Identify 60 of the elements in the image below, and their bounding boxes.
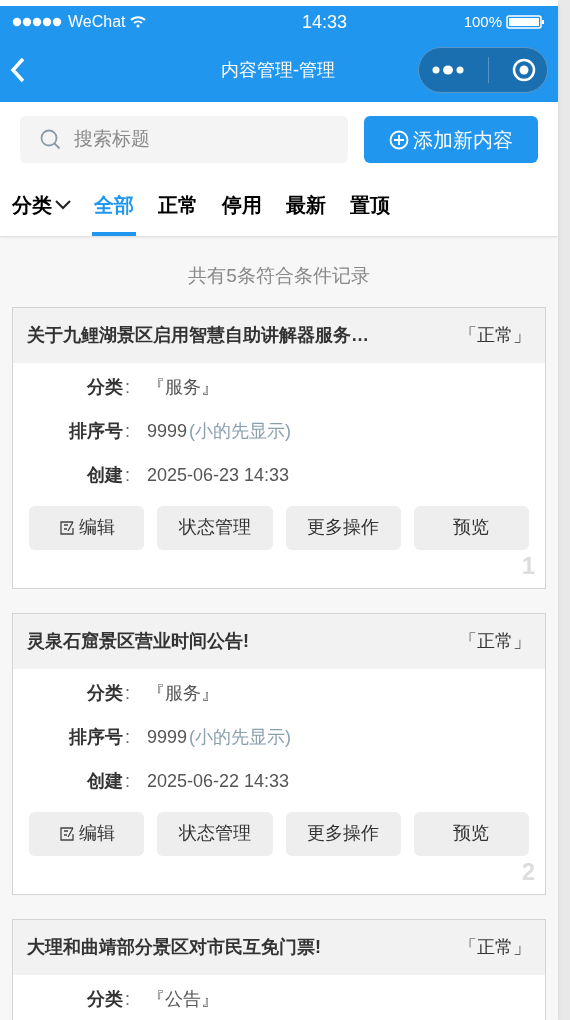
wifi-icon	[129, 16, 146, 28]
colon: :	[124, 770, 131, 793]
battery-icon	[506, 15, 546, 29]
field-label: 创建	[86, 770, 123, 793]
colon: :	[124, 376, 131, 399]
field-label: 分类	[86, 682, 123, 705]
filter-tab[interactable]: 停用	[220, 190, 264, 236]
clock: 14:33	[302, 10, 348, 34]
target-icon[interactable]	[511, 58, 536, 82]
page-title: 内容管理-管理	[221, 58, 335, 82]
field-label: 创建	[86, 464, 123, 487]
field-value: 2025-06-22 14:33	[147, 770, 290, 793]
edit-button[interactable]: 编辑	[29, 505, 145, 550]
field-note: (小的先显示)	[189, 726, 292, 749]
field-note: (小的先显示)	[189, 420, 292, 443]
field-label: 分类	[86, 376, 123, 399]
more-icon[interactable]	[430, 64, 465, 76]
capsule-menu[interactable]	[418, 47, 548, 93]
action-button[interactable]: 状态管理	[157, 811, 273, 856]
search-input[interactable]: 搜索标题	[74, 125, 294, 154]
filter-tab[interactable]: 正常	[156, 190, 200, 236]
field-label: 排序号	[68, 420, 123, 443]
plus-circle-icon	[389, 129, 409, 150]
edit-button[interactable]: 编辑	[29, 811, 145, 856]
field-value: 2025-06-23 14:33	[147, 464, 290, 487]
carrier-name: WeChat	[68, 12, 126, 32]
filter-tab[interactable]: 置顶	[348, 190, 392, 236]
filter-tab[interactable]: 最新	[284, 190, 328, 236]
edit-icon	[58, 519, 75, 536]
card-title: 灵泉石窟景区营业时间公告!	[27, 629, 249, 653]
record-count: 共有5条符合条件记录	[187, 264, 371, 288]
status-label: 「正常」	[459, 935, 531, 959]
action-button[interactable]: 预览	[413, 811, 529, 856]
status-label: 「正常」	[459, 629, 531, 653]
search-field[interactable]: 搜索标题	[20, 116, 348, 163]
action-button[interactable]: 状态管理	[157, 505, 273, 550]
action-button[interactable]: 预览	[413, 505, 529, 550]
field-value: 『服务』	[147, 682, 219, 705]
search-icon	[40, 128, 62, 151]
status-label: 「正常」	[459, 323, 531, 347]
edit-icon	[58, 825, 75, 842]
field-label: 分类	[86, 988, 123, 1011]
card-title: 大理和曲靖部分景区对市民互免门票!	[27, 935, 321, 959]
signal-icon	[12, 17, 64, 27]
card-title: 关于九鲤湖景区启用智慧自助讲解器服务…	[27, 323, 369, 347]
colon: :	[124, 420, 131, 443]
field-value: 9999	[147, 726, 188, 749]
field-value: 『服务』	[147, 376, 219, 399]
category-dropdown[interactable]: 分类	[12, 190, 72, 236]
field-value: 9999	[147, 420, 188, 443]
field-label: 排序号	[68, 726, 123, 749]
action-button[interactable]: 更多操作	[285, 505, 401, 550]
chevron-down-icon	[54, 199, 72, 211]
field-value: 『公告』	[147, 988, 219, 1011]
battery-percent: 100%	[463, 11, 502, 32]
colon: :	[124, 682, 131, 705]
colon: :	[124, 988, 131, 1011]
colon: :	[124, 726, 131, 749]
action-button[interactable]: 更多操作	[285, 811, 401, 856]
colon: :	[124, 464, 131, 487]
